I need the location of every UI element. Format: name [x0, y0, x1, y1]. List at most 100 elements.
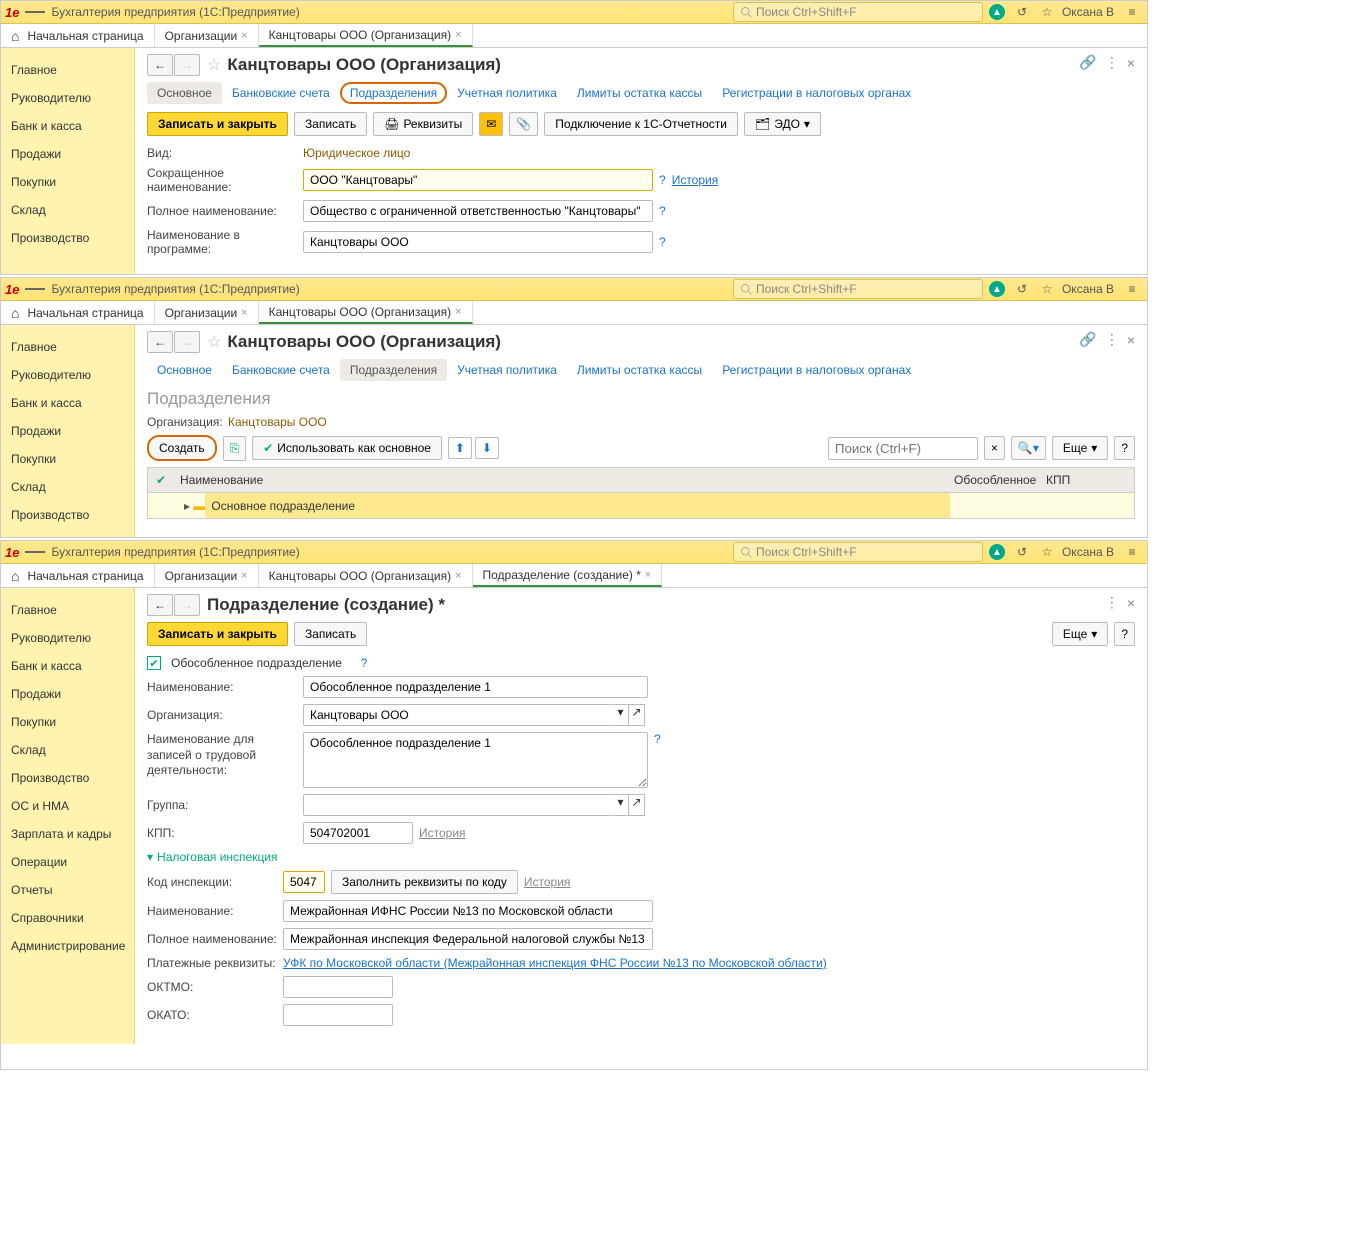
help-button[interactable]: ?	[1114, 622, 1135, 646]
tax-section-header[interactable]: ▾Налоговая инспекция	[147, 850, 1135, 864]
nav-main[interactable]: Главное	[11, 56, 134, 84]
nav-main[interactable]: Главное	[11, 596, 134, 624]
oktmo-input[interactable]	[283, 976, 393, 998]
subtab-divisions[interactable]: Подразделения	[340, 82, 447, 104]
close-icon[interactable]: ×	[1127, 595, 1135, 611]
tname-input[interactable]	[283, 900, 653, 922]
nav-production[interactable]: Производство	[11, 764, 134, 792]
forward-button[interactable]: →	[174, 54, 200, 76]
dropdown-icon[interactable]: ▾	[613, 704, 629, 726]
subtab-cash[interactable]: Лимиты остатка кассы	[567, 359, 712, 381]
close-icon[interactable]: ×	[241, 30, 247, 42]
save-close-button[interactable]: Записать и закрыть	[147, 622, 288, 646]
nav-boss[interactable]: Руководителю	[11, 361, 134, 389]
settings-lines-icon[interactable]: ≡	[1121, 541, 1143, 563]
close-icon[interactable]: ×	[455, 29, 461, 41]
nav-catalogs[interactable]: Справочники	[11, 904, 134, 932]
close-icon[interactable]: ×	[455, 306, 461, 318]
nav-production[interactable]: Производство	[11, 224, 134, 252]
global-search[interactable]: Поиск Ctrl+Shift+F	[733, 542, 983, 562]
nav-stock[interactable]: Склад	[11, 473, 134, 501]
nav-sales[interactable]: Продажи	[11, 417, 134, 445]
table-search[interactable]	[828, 437, 978, 460]
prog-name-input[interactable]	[303, 231, 653, 253]
requisites-button[interactable]: 🖨Реквизиты	[373, 112, 473, 136]
tab-division-create[interactable]: Подразделение (создание) *×	[473, 564, 663, 587]
help-icon[interactable]: ?	[361, 656, 368, 670]
save-close-button[interactable]: Записать и закрыть	[147, 112, 288, 136]
favorite-icon[interactable]: ☆	[207, 332, 221, 352]
save-button[interactable]: Записать	[294, 112, 367, 136]
subtab-tax[interactable]: Регистрации в налоговых органах	[712, 82, 921, 104]
bell-icon[interactable]: ▲	[986, 278, 1008, 300]
back-button[interactable]: ←	[147, 331, 173, 353]
nav-production[interactable]: Производство	[11, 501, 134, 529]
nav-os[interactable]: ОС и НМА	[11, 792, 134, 820]
nav-sales[interactable]: Продажи	[11, 140, 134, 168]
dropdown-icon[interactable]: ▾	[613, 794, 629, 816]
close-icon[interactable]: ×	[241, 570, 247, 582]
kebab-icon[interactable]: ⋮	[1105, 594, 1119, 611]
move-up-button[interactable]: ⬆	[448, 437, 472, 459]
favorite-icon[interactable]: ☆	[207, 55, 221, 75]
nav-purchases[interactable]: Покупки	[11, 168, 134, 196]
move-down-button[interactable]: ⬇	[475, 437, 499, 459]
subtab-tax[interactable]: Регистрации в налоговых органах	[712, 359, 921, 381]
check-column[interactable]: ✔	[148, 473, 174, 487]
tab-organizations[interactable]: Организации×	[155, 301, 259, 324]
nav-salary[interactable]: Зарплата и кадры	[11, 820, 134, 848]
tab-organizations[interactable]: Организации×	[155, 24, 259, 47]
col-kpp[interactable]: КПП	[1042, 473, 1134, 487]
nav-bank[interactable]: Банк и касса	[11, 389, 134, 417]
history-icon[interactable]: ↺	[1011, 1, 1033, 23]
help-button[interactable]: ?	[1114, 436, 1135, 460]
create-button[interactable]: Создать	[147, 435, 217, 461]
help-icon[interactable]: ?	[659, 173, 666, 187]
menu-icon[interactable]	[25, 2, 45, 22]
star-icon[interactable]: ☆	[1036, 541, 1058, 563]
help-icon[interactable]: ?	[659, 204, 666, 218]
full-name-input[interactable]	[303, 200, 653, 222]
fill-button[interactable]: Заполнить реквизиты по коду	[331, 870, 518, 894]
use-main-button[interactable]: ✔Использовать как основное	[252, 436, 442, 460]
tfull-input[interactable]	[283, 928, 653, 950]
clear-search-button[interactable]: ×	[984, 436, 1005, 460]
username[interactable]: Оксана В	[1062, 545, 1114, 559]
table-row[interactable]: ▸ ▬ Основное подразделение	[147, 493, 1135, 519]
kebab-icon[interactable]: ⋮	[1105, 331, 1119, 348]
bell-icon[interactable]: ▲	[986, 1, 1008, 23]
nav-purchases[interactable]: Покупки	[11, 708, 134, 736]
nav-bank[interactable]: Банк и касса	[11, 652, 134, 680]
settings-lines-icon[interactable]: ≡	[1121, 1, 1143, 23]
pay-link[interactable]: УФК по Московской области (Межрайонная и…	[283, 956, 827, 970]
history-link[interactable]: История	[419, 826, 466, 840]
forward-button[interactable]: →	[174, 594, 200, 616]
nav-purchases[interactable]: Покупки	[11, 445, 134, 473]
tab-home[interactable]: Начальная страница	[1, 301, 155, 324]
kebab-icon[interactable]: ⋮	[1105, 54, 1119, 71]
tab-org-card[interactable]: Канцтовары ООО (Организация)×	[259, 301, 473, 324]
nav-reports[interactable]: Отчеты	[11, 876, 134, 904]
tab-org-card[interactable]: Канцтовары ООО (Организация)×	[259, 24, 473, 47]
nav-main[interactable]: Главное	[11, 333, 134, 361]
code-input[interactable]	[283, 871, 325, 893]
subtab-main[interactable]: Основное	[147, 82, 222, 104]
nav-bank[interactable]: Банк и касса	[11, 112, 134, 140]
col-name[interactable]: Наименование	[174, 473, 950, 487]
subtab-divisions[interactable]: Подразделения	[340, 359, 447, 381]
open-icon[interactable]: ↗	[629, 794, 645, 816]
bell-icon[interactable]: ▲	[986, 541, 1008, 563]
nav-boss[interactable]: Руководителю	[11, 624, 134, 652]
star-icon[interactable]: ☆	[1036, 1, 1058, 23]
mail-button[interactable]: ✉	[479, 112, 503, 136]
history-link[interactable]: История	[524, 875, 571, 889]
tab-organizations[interactable]: Организации×	[155, 564, 259, 587]
link-icon[interactable]: 🔗	[1079, 54, 1096, 71]
subtab-bank[interactable]: Банковские счета	[222, 359, 340, 381]
labor-input[interactable]	[303, 732, 648, 788]
nav-boss[interactable]: Руководителю	[11, 84, 134, 112]
close-icon[interactable]: ×	[1127, 55, 1135, 71]
close-icon[interactable]: ×	[241, 307, 247, 319]
history-link[interactable]: История	[672, 173, 719, 187]
back-button[interactable]: ←	[147, 594, 173, 616]
